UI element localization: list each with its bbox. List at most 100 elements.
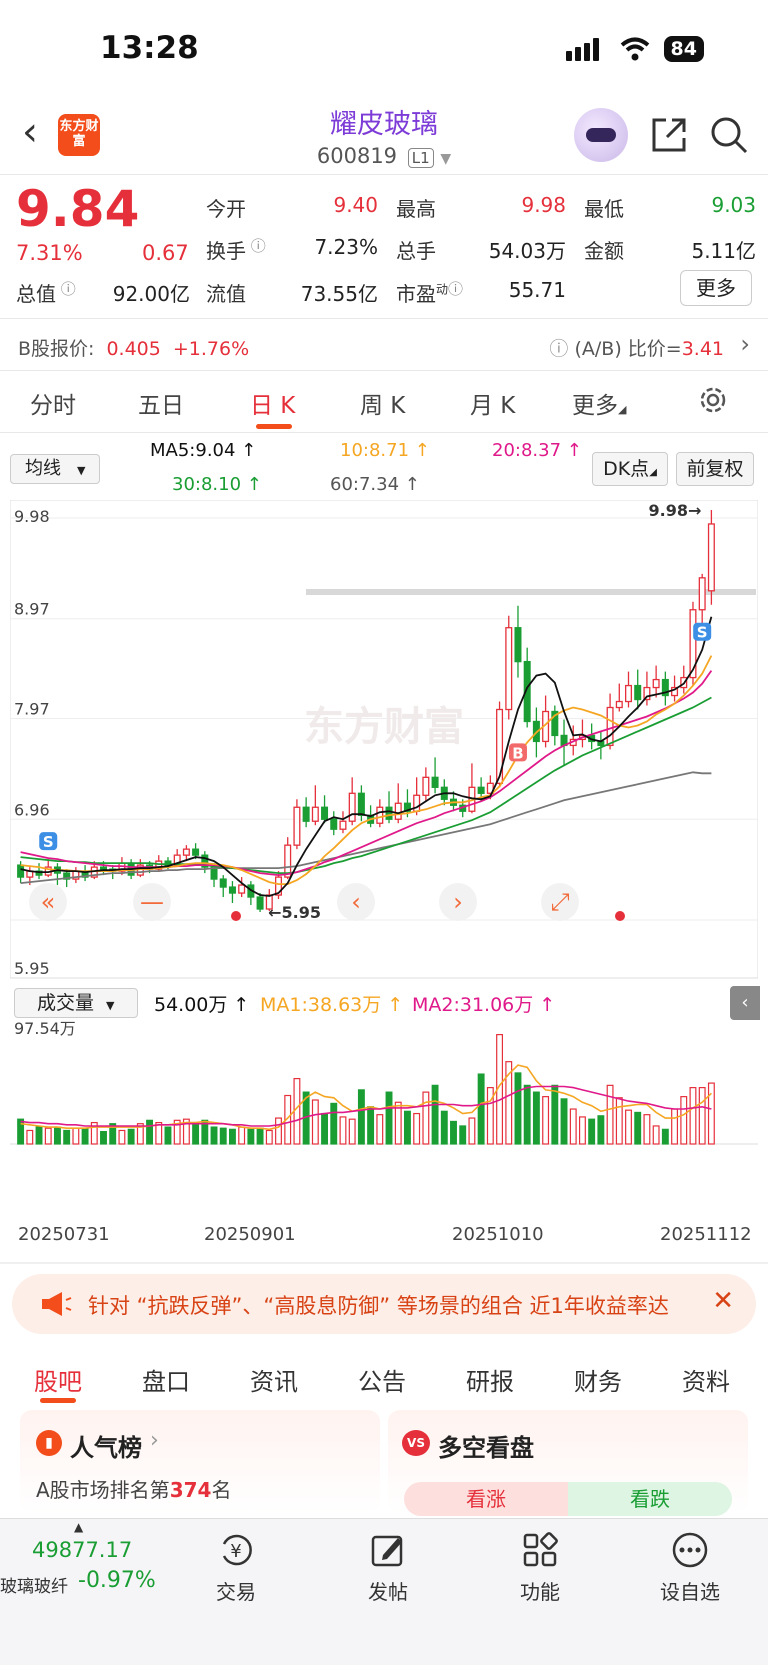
tab-monthly-k[interactable]: 月 K bbox=[470, 386, 515, 420]
tab-five-day[interactable]: 五日 bbox=[138, 386, 184, 420]
volume-bar-up bbox=[606, 1084, 614, 1145]
candle-down bbox=[477, 786, 485, 794]
tab-weekly-k[interactable]: 周 K bbox=[360, 386, 405, 420]
volume-bar-down bbox=[330, 1102, 338, 1145]
tab-finance[interactable]: 财务 bbox=[574, 1362, 622, 1397]
dropdown-icon: ▼ bbox=[106, 999, 115, 1012]
volume-bar-down bbox=[532, 1091, 540, 1145]
nav-functions[interactable]: 功能 bbox=[490, 1524, 590, 1605]
float-value: 73.55亿 bbox=[300, 282, 378, 306]
nav-trade[interactable]: ¥ 交易 bbox=[186, 1524, 286, 1605]
tab-forum[interactable]: 股吧 bbox=[34, 1362, 82, 1397]
nav-add-watchlist[interactable]: 设自选 bbox=[640, 1524, 740, 1605]
volume-bar-up bbox=[468, 1117, 476, 1145]
more-button[interactable]: 更多 bbox=[680, 270, 752, 306]
volume-indicator-select[interactable]: 成交量 ▼ bbox=[14, 988, 138, 1018]
volume-bar-up bbox=[275, 1117, 282, 1145]
sector-index-value[interactable]: 49877.17 bbox=[32, 1538, 132, 1562]
candle-up bbox=[339, 820, 347, 830]
low-label: 最低 bbox=[584, 197, 624, 221]
nav-post[interactable]: 发帖 bbox=[338, 1524, 438, 1605]
x-date-label: 20250731 bbox=[18, 1224, 110, 1245]
volume-bar-up bbox=[689, 1087, 697, 1145]
tab-research[interactable]: 研报 bbox=[466, 1362, 514, 1397]
bear-button[interactable]: 看跌 bbox=[568, 1482, 732, 1516]
open-value: 9.40 bbox=[333, 193, 378, 217]
chevron-right-icon[interactable]: › bbox=[740, 330, 750, 358]
b-share-row[interactable]: B股报价: 0.405 +1.76% bbox=[18, 334, 249, 361]
volume-bar-down bbox=[514, 1072, 522, 1145]
tab-orderbook[interactable]: 盘口 bbox=[142, 1362, 190, 1397]
assistant-robot-icon[interactable] bbox=[574, 108, 628, 162]
volume-bar-up bbox=[698, 1087, 706, 1145]
volume-bar-down bbox=[450, 1120, 457, 1145]
tab-more[interactable]: 更多◢ bbox=[572, 386, 626, 420]
amount-label: 金额 bbox=[584, 239, 624, 263]
pe-value: 55.71 bbox=[508, 278, 566, 302]
volume-bar-up bbox=[422, 1091, 430, 1145]
help-icon: ⓘ bbox=[549, 338, 575, 360]
sector-change[interactable]: -0.97% bbox=[78, 1568, 156, 1593]
divider bbox=[0, 174, 768, 175]
volume-bar-up bbox=[44, 1127, 52, 1145]
rank-value: 374 bbox=[169, 1478, 212, 1502]
candle-down bbox=[385, 806, 393, 820]
volume-bar-up bbox=[376, 1114, 384, 1145]
tab-announcements[interactable]: 公告 bbox=[358, 1362, 406, 1397]
popularity-card[interactable]: ▮ 人气榜 › A股市场排名第374名 bbox=[20, 1410, 380, 1514]
volume-bar-up bbox=[615, 1097, 623, 1145]
close-icon[interactable]: ✕ bbox=[712, 1286, 734, 1316]
bull-button[interactable]: 看涨 bbox=[404, 1482, 568, 1516]
settings-gear-icon[interactable] bbox=[697, 384, 729, 416]
dk-points-button[interactable]: DK点◢ bbox=[592, 452, 668, 486]
watermark: 东方财富 bbox=[304, 704, 464, 750]
tab-profile[interactable]: 资料 bbox=[682, 1362, 730, 1397]
ab-ratio[interactable]: ⓘ (A/B) 比价=3.41 bbox=[549, 334, 724, 361]
volume-bar-down bbox=[256, 1127, 264, 1145]
search-icon[interactable] bbox=[710, 116, 748, 154]
x-date-label: 20250901 bbox=[204, 1224, 296, 1245]
tab-daily-k[interactable]: 日 K bbox=[250, 386, 295, 420]
info-icon[interactable]: ⓘ bbox=[448, 280, 463, 298]
candle-down bbox=[17, 864, 25, 878]
share-icon[interactable] bbox=[650, 116, 688, 154]
adjust-button[interactable]: 前复权 bbox=[676, 452, 754, 486]
promo-banner[interactable]: 针对 “抗跌反弹”、“高股息防御” 等场景的组合 近1年收益率达 ✕ bbox=[12, 1274, 756, 1334]
y-axis-label: 6.96 bbox=[14, 800, 50, 819]
indicator-type-select[interactable]: 均线 ▼ bbox=[10, 454, 100, 484]
float-label: 流值 bbox=[206, 282, 246, 306]
info-icon[interactable]: ⓘ bbox=[56, 280, 76, 298]
tab-intraday[interactable]: 分时 bbox=[30, 386, 76, 420]
vs-icon: VS bbox=[402, 1430, 430, 1456]
sector-name[interactable]: 玻璃玻纤 bbox=[0, 1572, 68, 1597]
chevron-right-icon: › bbox=[150, 1428, 159, 1453]
turnover-value: 7.23% bbox=[314, 235, 378, 259]
volume-bar-down bbox=[440, 1110, 448, 1145]
candle-up bbox=[311, 806, 319, 822]
nav-add-watchlist-label: 设自选 bbox=[660, 1580, 720, 1604]
b-share-label: B股报价: bbox=[18, 338, 95, 360]
volume-bar-up bbox=[542, 1096, 550, 1145]
candle-down bbox=[634, 684, 642, 701]
nav-trade-label: 交易 bbox=[216, 1580, 256, 1604]
volume-bar-up bbox=[625, 1109, 632, 1145]
chevron-up-icon[interactable]: ▲ bbox=[74, 1520, 83, 1534]
nav-functions-label: 功能 bbox=[520, 1580, 560, 1604]
edit-post-icon bbox=[371, 1535, 403, 1567]
info-icon[interactable]: ⓘ bbox=[246, 237, 266, 255]
collapse-panel-icon[interactable]: ‹ bbox=[730, 986, 760, 1020]
volume-bar-down bbox=[588, 1118, 596, 1145]
tab-news[interactable]: 资讯 bbox=[250, 1362, 298, 1397]
popularity-title: 人气榜 bbox=[70, 1434, 142, 1462]
volume-bar-up bbox=[339, 1116, 347, 1145]
divider bbox=[0, 1262, 768, 1264]
open-label: 今开 bbox=[206, 197, 246, 221]
stock-code: 600819 bbox=[316, 144, 398, 168]
volume-bar-down bbox=[431, 1084, 439, 1145]
volume-bar-up bbox=[118, 1129, 126, 1145]
candle-up bbox=[606, 706, 614, 747]
volume-bar-down bbox=[357, 1089, 365, 1145]
candle-down bbox=[256, 896, 264, 910]
pe-sup: 动 bbox=[436, 282, 449, 297]
candlestick-chart[interactable]: 9.98 8.97 7.97 6.96 5.95 东方财富 9.98→ ←5.95 S S B « — ‹… bbox=[10, 500, 758, 980]
